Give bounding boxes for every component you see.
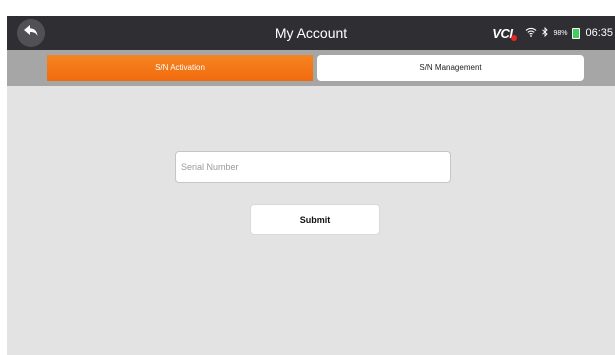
tab-sn-activation[interactable]: S/N Activation [47,55,313,81]
vci-status: VCI [492,25,518,41]
title-bar: My Account VCI 98% 06:35 [7,16,615,50]
app-window: My Account VCI 98% 06:35 S/N Activation … [7,16,615,355]
vci-indicator-icon [511,34,518,41]
battery-icon [572,27,581,39]
tab-bar: S/N Activation S/N Management [7,50,615,86]
submit-button[interactable]: Submit [250,204,380,235]
battery-level [573,29,580,38]
tab-sn-management[interactable]: S/N Management [317,55,584,81]
wifi-icon [525,24,537,42]
status-bar: VCI 98% 06:35 [492,16,613,50]
serial-number-input[interactable] [175,151,451,183]
bluetooth-icon [542,24,549,42]
clock: 06:35 [585,27,613,39]
battery-percent: 98% [553,29,568,37]
vci-label: VCI [492,25,513,41]
